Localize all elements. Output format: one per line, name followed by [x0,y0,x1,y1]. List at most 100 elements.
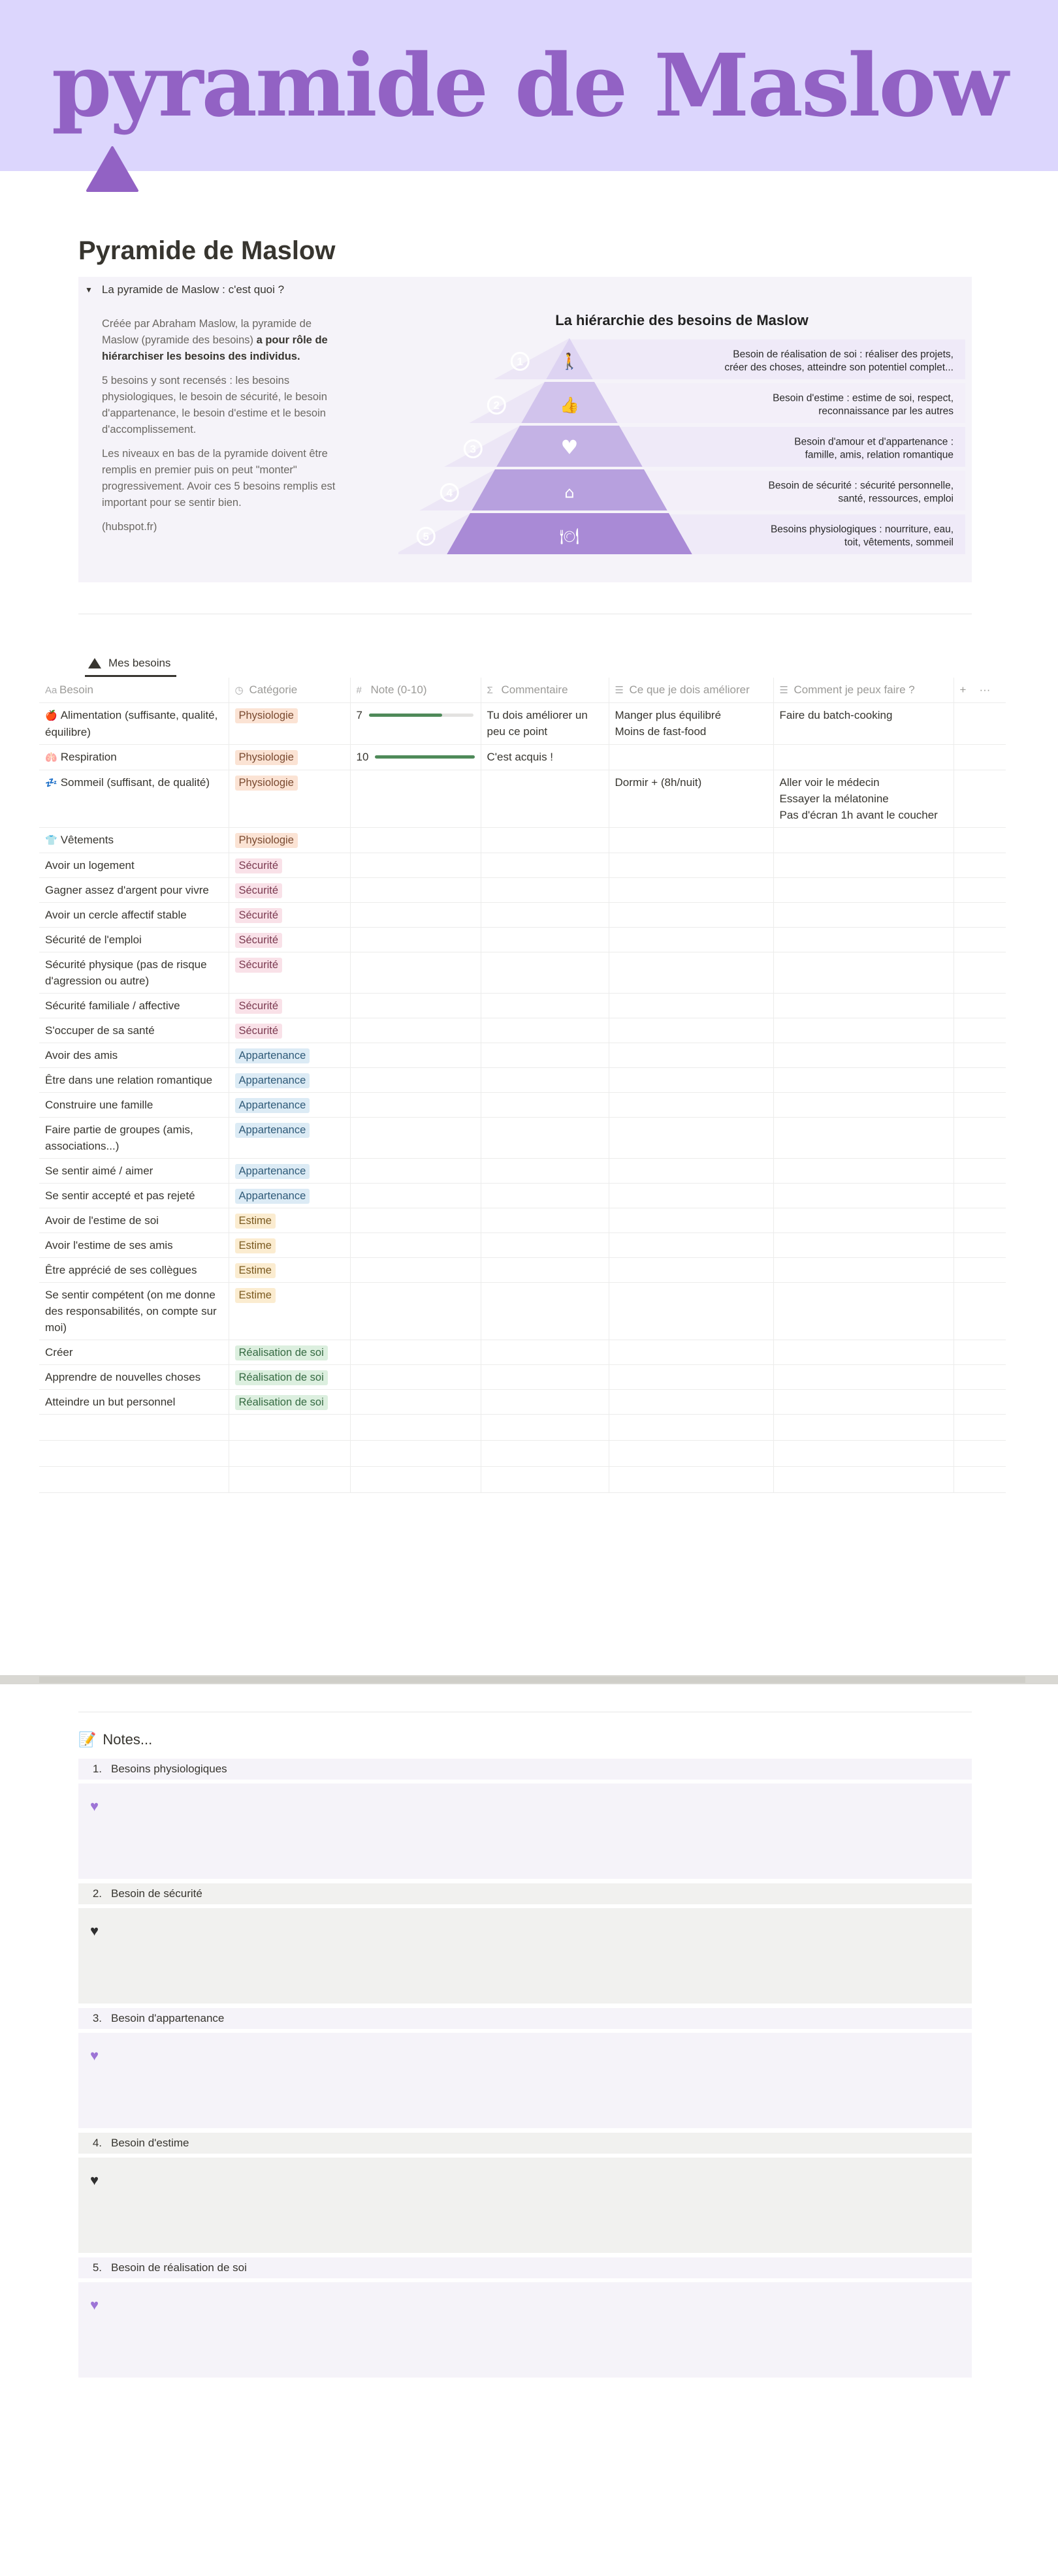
empty-cell[interactable] [954,1466,1006,1493]
table-row[interactable]: Faire partie de groupes (amis, associati… [39,1117,1006,1159]
empty-cell[interactable] [773,1440,954,1467]
cell-categorie[interactable]: Sécurité [229,877,351,903]
cell-besoin[interactable]: 🍎 Alimentation (suffisante, qualité, équi… [39,702,229,745]
cell-categorie[interactable]: Sécurité [229,952,351,994]
cell-comment-faire[interactable] [773,1282,954,1340]
cell-note[interactable] [350,1117,481,1159]
cell-comment-faire[interactable] [773,1117,954,1159]
heart-icon[interactable]: ♥ [90,2297,99,2314]
cell-besoin[interactable]: Avoir de l'estime de soi [39,1208,229,1233]
cell-note[interactable] [350,1257,481,1283]
cell-besoin[interactable]: 🫁 Respiration [39,744,229,770]
cell-besoin[interactable]: Atteindre un but personnel [39,1389,229,1415]
cell-besoin[interactable]: Se sentir compétent (on me donne des res… [39,1282,229,1340]
cell-ameliorer[interactable] [609,1282,774,1340]
cell-categorie[interactable]: Estime [229,1257,351,1283]
cell-ameliorer[interactable] [609,927,774,952]
cell-ameliorer[interactable] [609,1043,774,1068]
cell-commentaire[interactable] [481,827,609,853]
cell-comment-faire[interactable] [773,1183,954,1208]
cell-commentaire[interactable] [481,1043,609,1068]
cell-ameliorer[interactable] [609,1092,774,1118]
cell-categorie[interactable]: Sécurité [229,853,351,878]
cell-ameliorer[interactable] [609,1208,774,1233]
cell-note[interactable] [350,1183,481,1208]
cell-besoin[interactable]: Apprendre de nouvelles choses [39,1364,229,1390]
heart-icon[interactable]: ♥ [90,1798,99,1815]
cell-categorie[interactable]: Appartenance [229,1158,351,1184]
cell-ameliorer[interactable] [609,744,774,770]
cell-note[interactable] [350,952,481,994]
empty-cell[interactable] [954,1440,1006,1467]
cell-ameliorer[interactable] [609,1364,774,1390]
cell-commentaire[interactable] [481,927,609,952]
cell-ameliorer[interactable] [609,1018,774,1043]
cell-categorie[interactable]: Estime [229,1282,351,1340]
cell-commentaire[interactable] [481,1158,609,1184]
cell-commentaire[interactable] [481,1364,609,1390]
cell-besoin[interactable]: Créer [39,1340,229,1365]
cell-comment-faire[interactable] [773,1043,954,1068]
empty-cell[interactable] [954,1414,1006,1441]
cell-ameliorer[interactable]: Dormir + (8h/nuit) [609,770,774,828]
cell-comment-faire[interactable] [773,902,954,928]
cell-note[interactable] [350,1043,481,1068]
cell-note[interactable] [350,1067,481,1093]
cell-besoin[interactable]: Faire partie de groupes (amis, associati… [39,1117,229,1159]
table-row[interactable]: Apprendre de nouvelles choses Réalisation… [39,1364,1006,1390]
note-callout[interactable]: ♥ [78,2158,972,2253]
cell-besoin[interactable]: S'occuper de sa santé [39,1018,229,1043]
column-header-besoin[interactable]: Aa Besoin [39,678,229,703]
table-row[interactable]: Être dans une relation romantique Apparte… [39,1067,1006,1093]
empty-table-row[interactable] [39,1466,1006,1493]
cell-besoin[interactable]: Sécurité de l'emploi [39,927,229,952]
cell-commentaire[interactable] [481,1233,609,1258]
cell-categorie[interactable]: Estime [229,1208,351,1233]
cell-commentaire[interactable] [481,1183,609,1208]
cell-note[interactable]: 7 [350,702,481,745]
empty-table-row[interactable] [39,1440,1006,1467]
cell-besoin[interactable]: Sécurité familiale / affective [39,993,229,1018]
table-row[interactable]: Gagner assez d'argent pour vivre Sécurité [39,877,1006,903]
cell-besoin[interactable]: Sécurité physique (pas de risque d'agres… [39,952,229,994]
column-header-categorie[interactable]: ◷ Catégorie [229,678,351,703]
cell-commentaire[interactable] [481,1282,609,1340]
cell-categorie[interactable]: Sécurité [229,927,351,952]
cell-categorie[interactable]: Physiologie [229,827,351,853]
table-row[interactable]: Se sentir accepté et pas rejeté Appartena… [39,1183,1006,1208]
cell-note[interactable] [350,1340,481,1365]
cell-note[interactable] [350,902,481,928]
cell-note[interactable]: 10 [350,744,481,770]
empty-cell[interactable] [609,1414,774,1441]
cell-besoin[interactable]: Être dans une relation romantique [39,1067,229,1093]
empty-cell[interactable] [350,1414,481,1441]
cell-commentaire[interactable] [481,1340,609,1365]
cell-categorie[interactable]: Sécurité [229,1018,351,1043]
cell-note[interactable] [350,1282,481,1340]
cell-commentaire[interactable] [481,770,609,828]
cell-note[interactable] [350,1389,481,1415]
table-row[interactable]: 🍎 Alimentation (suffisante, qualité, équi… [39,702,1006,745]
cell-categorie[interactable]: Estime [229,1233,351,1258]
cell-comment-faire[interactable] [773,1158,954,1184]
empty-cell[interactable] [39,1440,229,1467]
cell-commentaire[interactable] [481,952,609,994]
empty-cell[interactable] [229,1440,351,1467]
empty-cell[interactable] [481,1414,609,1441]
cell-note[interactable] [350,827,481,853]
note-item-header[interactable]: 5. Besoin de réalisation de soi [78,2257,972,2278]
cell-ameliorer[interactable] [609,902,774,928]
empty-cell[interactable] [773,1414,954,1441]
cell-note[interactable] [350,853,481,878]
empty-cell[interactable] [481,1466,609,1493]
triangle-page-icon[interactable] [85,145,140,193]
cell-ameliorer[interactable] [609,1257,774,1283]
cell-comment-faire[interactable] [773,1389,954,1415]
cell-note[interactable] [350,927,481,952]
column-header-commentaire[interactable]: Σ Commentaire [481,678,609,703]
table-row[interactable]: Avoir des amis Appartenance [39,1043,1006,1068]
cell-categorie[interactable]: Physiologie [229,770,351,828]
table-row[interactable]: Se sentir aimé / aimer Appartenance [39,1158,1006,1184]
table-row[interactable]: Construire une famille Appartenance [39,1092,1006,1118]
cell-note[interactable] [350,993,481,1018]
